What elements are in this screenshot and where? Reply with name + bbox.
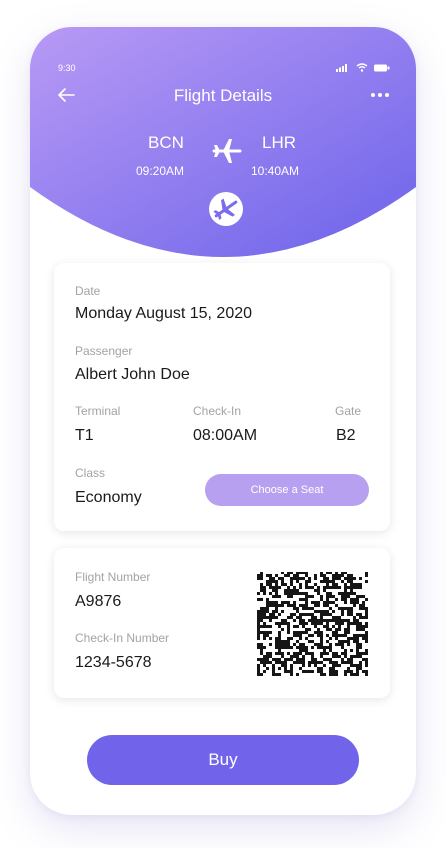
passenger-label: Passenger — [75, 344, 133, 358]
more-dots-icon[interactable] — [368, 83, 392, 107]
buy-button[interactable]: Buy — [87, 735, 359, 785]
origin-time: 09:20AM — [136, 164, 185, 178]
phone-screen: 9:30 Flight Details BCN 09:20AM LHR 10:4… — [30, 27, 416, 815]
checkin-value: 08:00AM — [193, 427, 258, 444]
signal-icon — [336, 63, 347, 72]
flight-number-value: A9876 — [75, 593, 122, 610]
checkin-number-label: Check-In Number — [75, 631, 170, 645]
checkin-number-value: 1234-5678 — [75, 654, 152, 671]
class-label: Class — [75, 466, 106, 480]
origin-code: BCN — [148, 133, 184, 152]
flight-number-label: Flight Number — [75, 570, 151, 584]
destination-code: LHR — [262, 133, 297, 152]
checkin-label: Check-In — [193, 404, 242, 418]
date-value: Monday August 15, 2020 — [75, 305, 253, 322]
gate-label: Gate — [335, 404, 362, 418]
passenger-value: Albert John Doe — [75, 366, 190, 383]
battery-icon — [374, 64, 390, 71]
class-value: Economy — [75, 489, 142, 506]
plane-circle-icon — [209, 192, 243, 226]
destination-time: 10:40AM — [251, 164, 300, 178]
ticket-card: Flight Number A9876 Check-In Number 1234… — [54, 548, 390, 698]
barcode-icon — [257, 572, 368, 676]
status-time: 9:30 — [58, 63, 76, 73]
date-label: Date — [75, 284, 101, 298]
terminal-value: T1 — [75, 427, 94, 444]
choose-seat-button[interactable]: Choose a Seat — [205, 474, 369, 506]
flight-details-card: Date Monday August 15, 2020 Passenger Al… — [54, 263, 390, 531]
status-icons — [336, 63, 390, 72]
airplane-icon — [212, 139, 242, 163]
page-title: Flight Details — [173, 86, 273, 105]
terminal-label: Terminal — [75, 404, 121, 418]
wifi-icon — [356, 63, 368, 72]
header-banner: 9:30 Flight Details BCN 09:20AM LHR 10:4… — [30, 27, 416, 277]
gate-value: B2 — [336, 427, 356, 444]
